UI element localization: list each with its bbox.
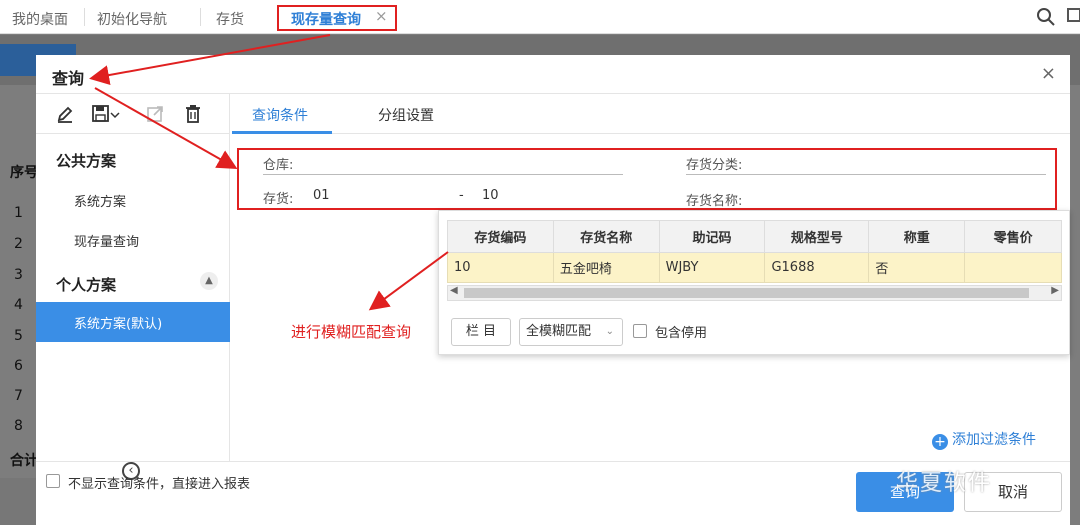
skip-conditions-checkbox[interactable] bbox=[46, 474, 60, 488]
scheme-item-default-label: 系统方案(默认) bbox=[74, 317, 163, 332]
query-tabs: 查询条件 分组设置 bbox=[232, 94, 1070, 134]
personal-scheme-group[interactable]: 个人方案 bbox=[56, 274, 116, 295]
scrollbar-thumb[interactable] bbox=[464, 288, 1029, 298]
lookup-table: 存货编码 存货名称 助记码 规格型号 称重 零售价 10 五金吧椅 WJBY G… bbox=[447, 220, 1062, 283]
columns-button[interactable]: 栏 目 bbox=[451, 318, 511, 346]
cell-price bbox=[964, 252, 1062, 283]
cell-name: 五金吧椅 bbox=[552, 252, 660, 283]
background-row-number: 3 bbox=[14, 267, 23, 283]
edit-icon[interactable] bbox=[54, 103, 76, 125]
background-row-number: 1 bbox=[14, 205, 23, 221]
query-dialog: 查询 × 公共方案 系统方案 现存量查询 个人方案 ▲ 系统方案(默认) ‹ 查… bbox=[36, 55, 1070, 525]
tab-group-settings[interactable]: 分组设置 bbox=[378, 105, 434, 125]
active-tab-highlight bbox=[277, 5, 397, 31]
scroll-left-icon[interactable]: ◀ bbox=[450, 285, 458, 296]
save-icon[interactable] bbox=[90, 103, 112, 125]
scheme-item-system[interactable]: 系统方案 bbox=[74, 191, 126, 210]
background-row-number: 2 bbox=[14, 236, 23, 252]
col-header-weigh[interactable]: 称重 bbox=[868, 220, 966, 253]
skip-conditions-label: 不显示查询条件，直接进入报表 bbox=[68, 477, 251, 492]
footer-divider bbox=[36, 461, 1070, 462]
tab-my-desktop[interactable]: 我的桌面 bbox=[12, 9, 68, 29]
background-row-number: 4 bbox=[14, 297, 23, 313]
cell-weigh: 否 bbox=[868, 252, 966, 283]
col-header-name[interactable]: 存货名称 bbox=[552, 220, 660, 253]
background-index-header: 序号 bbox=[10, 165, 38, 181]
collapse-up-icon[interactable]: ▲ bbox=[200, 272, 218, 290]
horizontal-scrollbar[interactable]: ◀ ▶ bbox=[447, 285, 1062, 301]
dialog-close-icon[interactable]: × bbox=[1041, 63, 1056, 84]
tab-init-nav[interactable]: 初始化导航 bbox=[97, 9, 167, 29]
top-tab-bar: 我的桌面 初始化导航 存货 现存量查询 × bbox=[0, 0, 1080, 34]
match-mode-value: 全模糊匹配 bbox=[526, 324, 592, 339]
watermark: 华夏软件 bbox=[896, 471, 993, 496]
match-mode-select[interactable]: 全模糊匹配 ⌄ bbox=[519, 318, 623, 346]
chevron-down-icon: ⌄ bbox=[605, 326, 614, 337]
public-scheme-group[interactable]: 公共方案 bbox=[56, 150, 116, 171]
scheme-item-default[interactable]: 系统方案(默认) bbox=[36, 302, 230, 342]
tab-divider bbox=[200, 8, 201, 26]
col-header-spec[interactable]: 规格型号 bbox=[764, 220, 870, 253]
save-dropdown-icon[interactable] bbox=[110, 103, 120, 125]
search-icon[interactable] bbox=[1036, 7, 1056, 27]
background-row-number: 7 bbox=[14, 388, 23, 404]
scheme-panel: 公共方案 系统方案 现存量查询 个人方案 ▲ 系统方案(默认) ‹ bbox=[36, 94, 230, 480]
background-total-label: 合计 bbox=[10, 453, 38, 469]
scheme-toolbar bbox=[36, 94, 230, 134]
include-disabled-checkbox[interactable] bbox=[633, 324, 647, 338]
delete-icon[interactable] bbox=[182, 103, 204, 125]
add-filter-link[interactable]: + 添加过滤条件 bbox=[932, 429, 1036, 450]
add-filter-label: 添加过滤条件 bbox=[952, 432, 1036, 448]
scheme-item-stock-query[interactable]: 现存量查询 bbox=[74, 231, 139, 250]
include-disabled-label: 包含停用 bbox=[655, 326, 708, 341]
export-icon bbox=[147, 106, 163, 122]
tab-divider bbox=[84, 8, 85, 26]
tab-inventory[interactable]: 存货 bbox=[216, 9, 244, 29]
cell-code: 10 bbox=[447, 252, 554, 283]
dialog-title: 查询 bbox=[52, 69, 85, 88]
active-tab-underline bbox=[232, 131, 332, 134]
tab-query-conditions[interactable]: 查询条件 bbox=[252, 105, 308, 125]
fuzzy-match-annotation: 进行模糊匹配查询 bbox=[291, 323, 412, 341]
table-row[interactable]: 10 五金吧椅 WJBY G1688 否 bbox=[447, 252, 1062, 283]
cell-mnemonic: WJBY bbox=[658, 252, 766, 283]
fullscreen-icon[interactable] bbox=[1067, 8, 1080, 22]
background-row-number: 5 bbox=[14, 328, 23, 344]
conditions-highlight-box bbox=[237, 148, 1057, 210]
inventory-lookup-popup: 存货编码 存货名称 助记码 规格型号 称重 零售价 10 五金吧椅 WJBY G… bbox=[438, 210, 1070, 355]
plus-circle-icon: + bbox=[932, 434, 948, 450]
col-header-mnemonic[interactable]: 助记码 bbox=[658, 220, 766, 253]
background-row-number: 8 bbox=[14, 418, 23, 434]
col-header-code[interactable]: 存货编码 bbox=[447, 220, 554, 253]
background-row-number: 6 bbox=[14, 358, 23, 374]
cell-spec: G1688 bbox=[764, 252, 870, 283]
col-header-price[interactable]: 零售价 bbox=[964, 220, 1062, 253]
background-footer bbox=[0, 478, 36, 525]
scroll-right-icon[interactable]: ▶ bbox=[1051, 285, 1059, 296]
